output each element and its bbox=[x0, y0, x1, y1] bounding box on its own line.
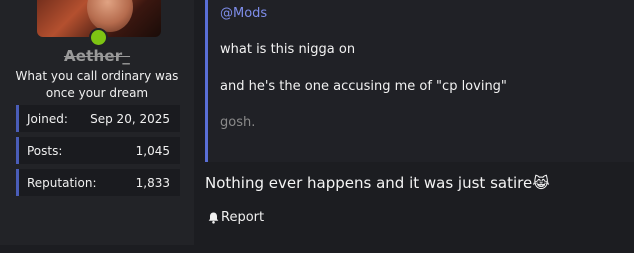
online-status-indicator bbox=[89, 28, 108, 47]
crying-cat-emoji: 😹 bbox=[532, 174, 550, 192]
quote-line: and he's the one accusing me of "cp lovi… bbox=[220, 79, 507, 94]
stat-label: Posts: bbox=[27, 144, 63, 158]
stat-value: Sep 20, 2025 bbox=[90, 112, 170, 126]
stat-value: 1,045 bbox=[135, 144, 170, 158]
report-button[interactable]: Report bbox=[208, 210, 264, 225]
avatar-face bbox=[87, 0, 133, 32]
stat-reputation: Reputation: 1,833 bbox=[16, 169, 180, 196]
username[interactable]: Aether_ bbox=[0, 47, 194, 65]
user-sidebar: Aether_ What you call ordinary was once … bbox=[0, 0, 194, 245]
stat-value: 1,833 bbox=[135, 176, 170, 190]
post-text: Nothing ever happens and it was just sat… bbox=[205, 174, 533, 192]
post-body: @Mods what is this nigga on and he's the… bbox=[194, 0, 634, 245]
user-title: What you call ordinary was once your dre… bbox=[15, 69, 179, 100]
mention-link[interactable]: @Mods bbox=[220, 6, 267, 21]
bell-icon bbox=[208, 212, 219, 224]
report-label: Report bbox=[221, 210, 265, 225]
stat-posts: Posts: 1,045 bbox=[16, 137, 180, 164]
stat-label: Reputation: bbox=[27, 176, 97, 190]
quote-line: what is this nigga on bbox=[220, 42, 356, 57]
post-message: Nothing ever happens and it was just sat… bbox=[205, 174, 550, 192]
quote-line: gosh. bbox=[220, 115, 256, 130]
stat-label: Joined: bbox=[27, 112, 68, 126]
stat-joined: Joined: Sep 20, 2025 bbox=[16, 105, 180, 132]
quote-block: @Mods what is this nigga on and he's the… bbox=[205, 0, 634, 162]
